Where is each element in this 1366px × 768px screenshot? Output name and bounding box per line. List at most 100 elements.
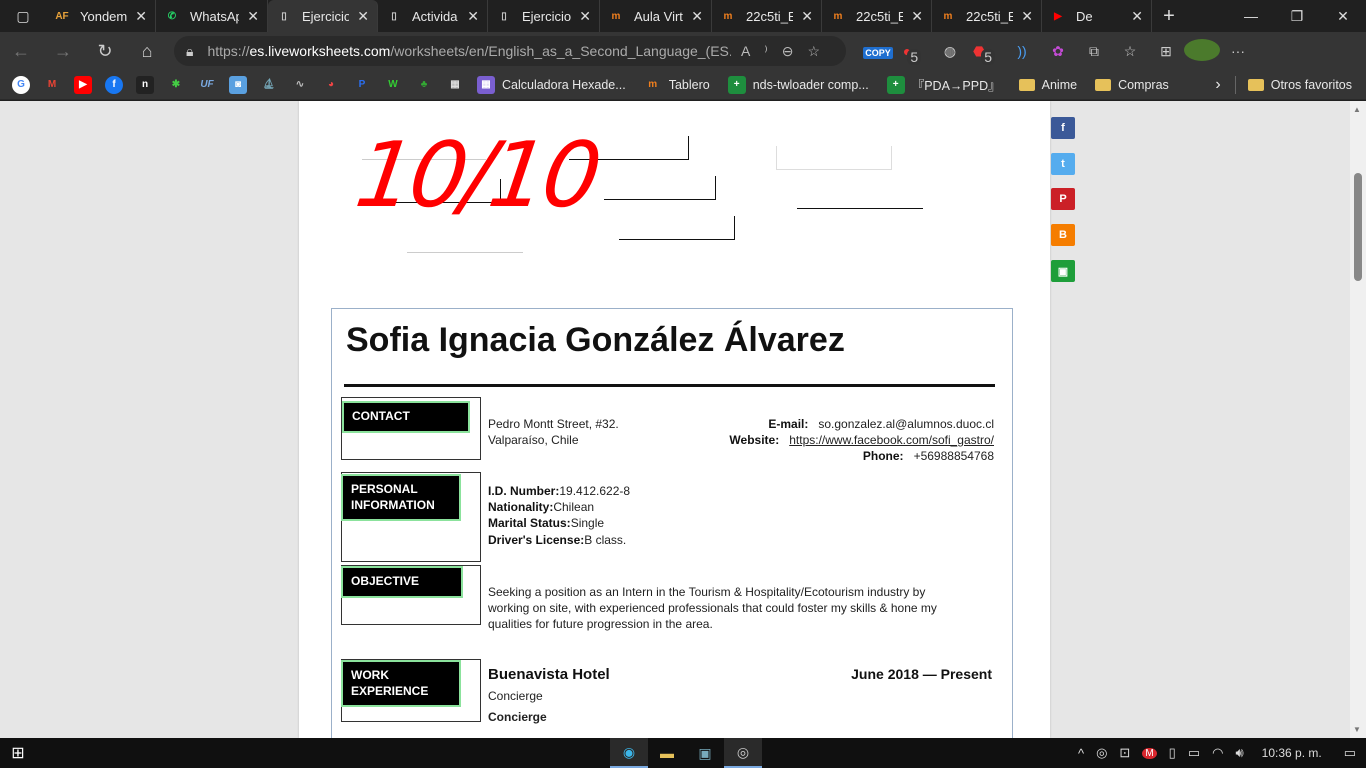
chat-icon[interactable]: ◙ <box>229 75 247 94</box>
tab-actions-icon[interactable]: ▢ <box>0 0 46 32</box>
tab-item[interactable]: ▯ Activida ✕ <box>378 0 488 32</box>
notifications-icon[interactable]: ▭ <box>1344 745 1356 761</box>
lock-icon[interactable]: 🔒︎ <box>186 43 193 60</box>
tab-close-icon[interactable]: ✕ <box>911 8 923 25</box>
back-icon[interactable]: ← <box>0 41 42 62</box>
tab-close-icon[interactable]: ✕ <box>801 8 813 25</box>
edge-icon[interactable]: ◉ <box>610 738 648 768</box>
steam-icon[interactable]: ◎ <box>724 738 762 768</box>
wifi-icon[interactable]: ◠ <box>1212 745 1223 761</box>
bug-icon[interactable]: ✱ <box>167 76 185 94</box>
page-scrollbar[interactable]: ▲ ▼ <box>1350 101 1366 738</box>
scrollbar-thumb[interactable] <box>1354 173 1362 281</box>
twitter-icon[interactable]: t <box>1051 153 1075 175</box>
n-site-icon[interactable]: n <box>136 75 154 94</box>
forward-icon[interactable]: → <box>42 41 84 62</box>
ship-icon[interactable]: ⛵︎ <box>260 76 278 94</box>
collections-icon[interactable]: ⊞ <box>1148 43 1184 60</box>
tab-item[interactable]: m Aula Virt ✕ <box>600 0 712 32</box>
more-menu-icon[interactable]: ··· <box>1220 43 1256 59</box>
minimize-icon[interactable]: — <box>1228 8 1274 25</box>
colorwheel-icon[interactable]: ◕ <box>322 76 340 94</box>
scroll-down-icon[interactable]: ▼ <box>1353 725 1361 734</box>
other-bookmarks-folder[interactable]: Otros favoritos <box>1271 78 1352 92</box>
youtube-icon[interactable]: ▶ <box>74 75 92 94</box>
tab-close-icon[interactable]: ✕ <box>579 8 591 25</box>
scroll-up-icon[interactable]: ▲ <box>1353 105 1361 114</box>
waveform-icon[interactable]: ∿ <box>291 76 309 94</box>
bookmark-item[interactable]: + nds-twloader comp... <box>727 75 869 94</box>
favorites-icon[interactable]: ☆ <box>1112 43 1148 60</box>
tab-close-icon[interactable]: ✕ <box>1131 8 1143 25</box>
answer-blank[interactable] <box>776 146 892 170</box>
refresh-icon[interactable]: ↻ <box>84 41 126 62</box>
facebook-icon[interactable]: f <box>105 75 123 94</box>
google-icon[interactable]: G <box>12 75 30 94</box>
color-extension-icon[interactable]: ✿ <box>1040 43 1076 60</box>
read-aloud-zoom-favorite-icons[interactable]: A⁾⊖☆ <box>741 43 834 60</box>
chevron-right-icon[interactable]: › <box>1215 76 1220 94</box>
answer-blank[interactable] <box>797 185 923 209</box>
clock[interactable]: 10:36 p. m. <box>1262 746 1322 760</box>
leaf-icon[interactable]: ♣ <box>415 76 433 94</box>
windows-start-icon[interactable]: ⊞ <box>0 743 36 763</box>
w-site-icon[interactable]: W <box>384 76 402 94</box>
answer-blank[interactable] <box>619 216 735 240</box>
tab-close-icon[interactable]: ✕ <box>467 8 479 25</box>
tab-item[interactable]: ✆ WhatsAp ✕ <box>156 0 268 32</box>
classroom-icon[interactable]: ▣ <box>1051 260 1075 282</box>
restore-icon[interactable]: ❐ <box>1274 8 1320 25</box>
close-icon[interactable]: ✕ <box>1320 8 1366 25</box>
address-bar[interactable]: 🔒︎ https://es.liveworksheets.com/workshe… <box>174 36 846 66</box>
pinterest-icon[interactable]: P <box>1051 188 1075 210</box>
chevron-up-icon[interactable]: ^ <box>1078 746 1084 761</box>
abp-extension-icon[interactable]: ⬣5 <box>968 43 1004 65</box>
facebook-icon[interactable]: f <box>1051 117 1075 139</box>
volume-icon[interactable]: 🔊︎ <box>1235 745 1243 761</box>
tab-close-icon[interactable]: ✕ <box>1021 8 1033 25</box>
tab-close-icon[interactable]: ✕ <box>135 8 147 25</box>
answer-blank[interactable] <box>604 176 716 200</box>
work-section-label[interactable]: WORK EXPERIENCE <box>343 662 459 706</box>
bookmark-item[interactable]: ▦ Calculadora Hexade... <box>477 75 626 94</box>
profile-avatar[interactable] <box>1184 38 1220 64</box>
uf-icon[interactable]: UF <box>198 76 216 94</box>
bookmark-item[interactable]: + 『PDA→PPD』 <box>886 75 1001 94</box>
phone-tray-icon[interactable]: ▯ <box>1169 745 1176 761</box>
tab-item[interactable]: AF Yondem ✕ <box>46 0 156 32</box>
tab-close-icon[interactable]: ✕ <box>357 8 369 25</box>
camera-tray-icon[interactable]: ⊡ <box>1119 745 1130 761</box>
objective-section-label[interactable]: OBJECTIVE <box>343 568 461 596</box>
tab-item[interactable]: ▯ Ejercicio ✕ <box>268 0 378 32</box>
bookmark-item[interactable]: Compras <box>1095 75 1169 94</box>
tab-close-icon[interactable]: ✕ <box>691 8 703 25</box>
personal-section-label[interactable]: PERSONAL INFORMATION <box>343 476 459 520</box>
copy-extension-icon[interactable]: COPY <box>860 43 896 59</box>
tab-item[interactable]: m 22c5ti_E ✕ <box>932 0 1042 32</box>
answer-blank[interactable] <box>407 229 523 253</box>
tab-item[interactable]: ▶ De ✕ <box>1042 0 1152 32</box>
mega-tray-icon[interactable]: M <box>1142 747 1157 759</box>
steam-tray-icon[interactable]: ◎ <box>1096 745 1107 761</box>
tab-item[interactable]: m 22c5ti_E ✕ <box>712 0 822 32</box>
gmail-icon[interactable]: M <box>43 76 61 94</box>
blogger-icon[interactable]: B <box>1051 224 1075 246</box>
tab-item[interactable]: m 22c5ti_E ✕ <box>822 0 932 32</box>
tab-item[interactable]: ▯ Ejercicio ✕ <box>488 0 600 32</box>
bookmark-item[interactable]: m Tablero <box>644 75 709 94</box>
mouse-extension-icon[interactable]: ◍ <box>932 43 968 60</box>
contact-section-label[interactable]: CONTACT <box>344 403 468 431</box>
audio-extension-icon[interactable]: )) <box>1004 43 1040 59</box>
battery-icon[interactable]: ▭ <box>1188 745 1200 761</box>
new-tab-button[interactable]: + <box>1152 5 1186 28</box>
paypal-icon[interactable]: P <box>353 76 371 94</box>
extensions-puzzle-icon[interactable]: ⧉ <box>1076 43 1112 60</box>
file-explorer-icon[interactable]: ▬ <box>648 738 686 768</box>
website-link[interactable]: https://www.facebook.com/sofi_gastro/ <box>789 433 994 447</box>
grid-site-icon[interactable]: ▦ <box>446 76 464 94</box>
tab-close-icon[interactable]: ✕ <box>247 8 259 25</box>
bookmark-item[interactable]: Anime <box>1018 75 1077 94</box>
adblock-extension-icon[interactable]: ●5 <box>896 43 932 65</box>
monitor-app-icon[interactable]: ▣ <box>686 738 724 768</box>
home-icon[interactable]: ⌂ <box>126 41 168 62</box>
